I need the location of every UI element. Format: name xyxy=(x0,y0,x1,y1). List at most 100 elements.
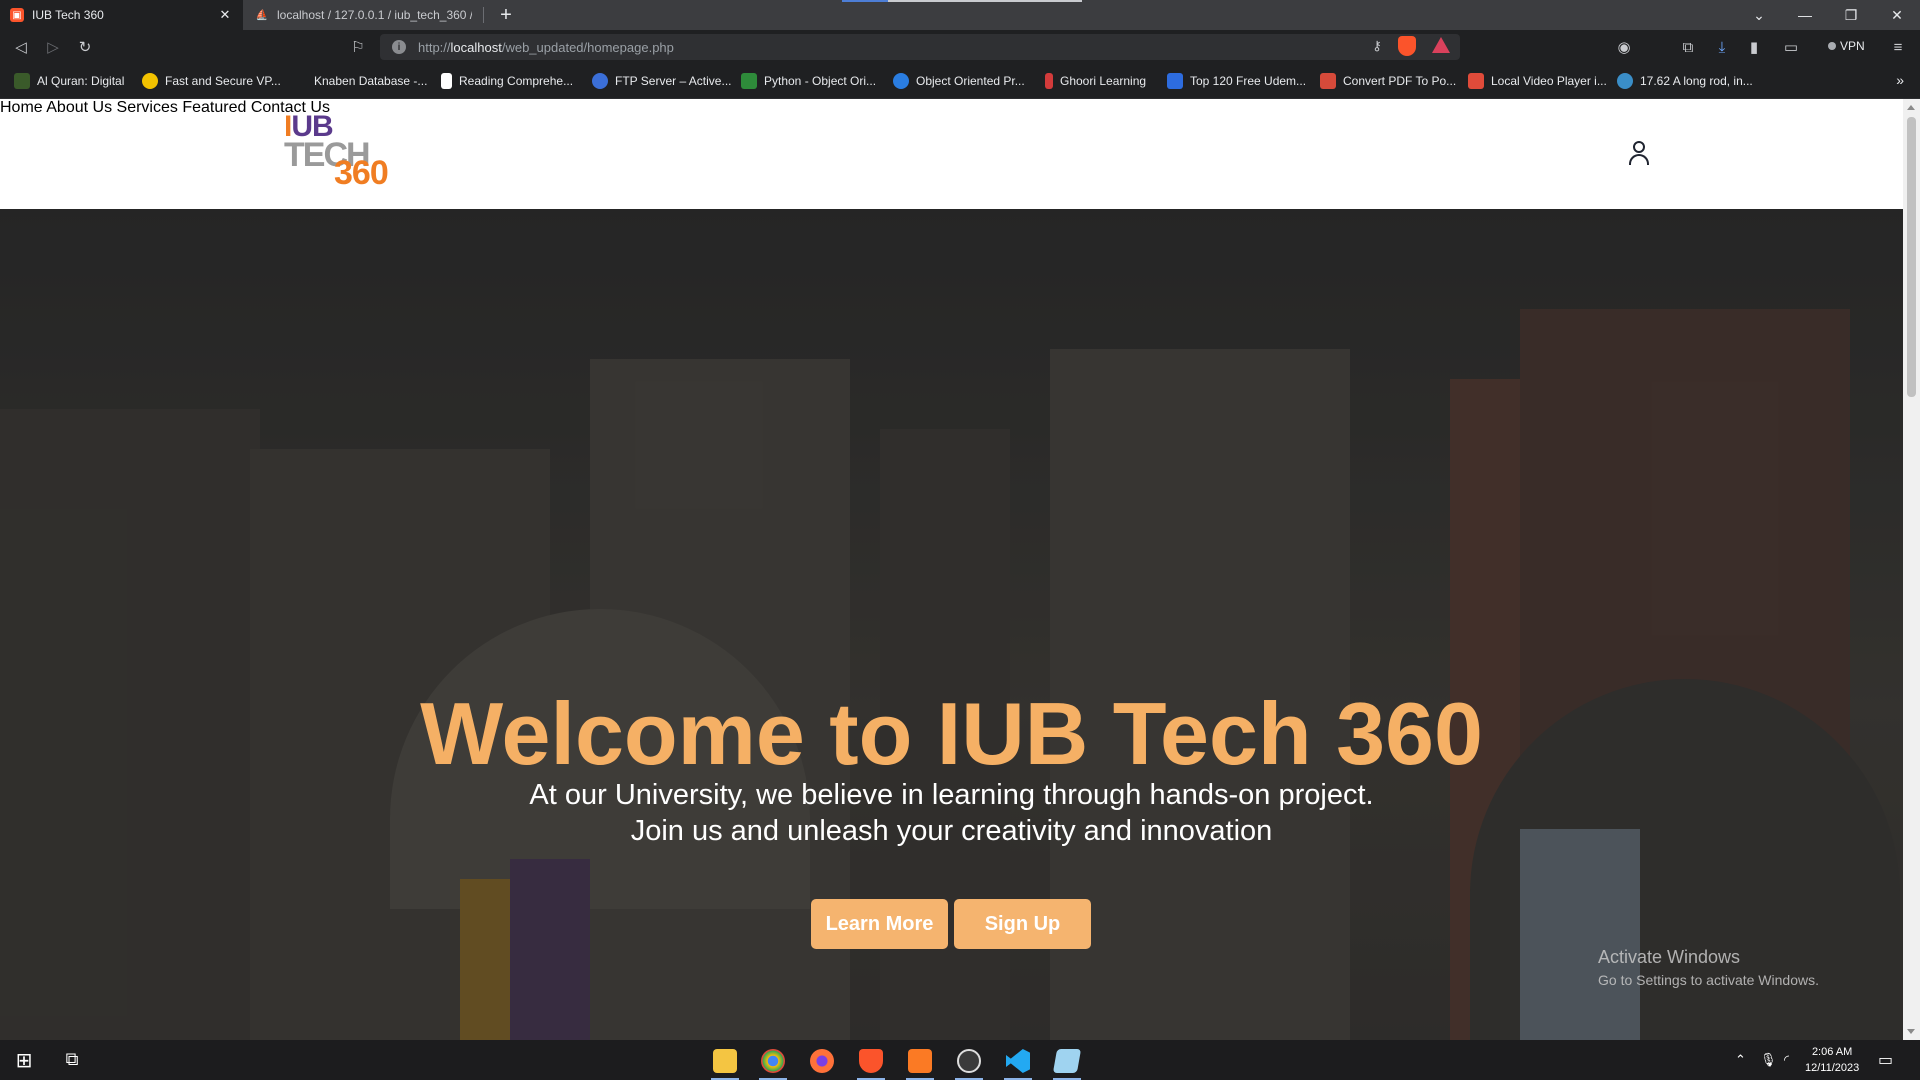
nav-home[interactable]: Home xyxy=(0,99,43,116)
scroll-up-arrow-icon[interactable] xyxy=(1907,105,1915,110)
vscode-glyph xyxy=(1006,1049,1030,1073)
firefox-glyph xyxy=(810,1049,834,1073)
site-logo[interactable]: IUB TECH 360 xyxy=(284,112,409,192)
page-scrollbar[interactable] xyxy=(1903,99,1920,1040)
bookmark-label: Python - Object Ori... xyxy=(764,74,877,88)
back-icon[interactable]: ◁ xyxy=(9,35,33,59)
loading-indicator xyxy=(842,0,888,2)
page-viewport: IUB TECH 360 Home About Us Services Feat… xyxy=(0,99,1903,1040)
bookmark-item[interactable]: Ghoori Learning xyxy=(1045,73,1146,89)
bookmark-label: Al Quran: Digital xyxy=(37,74,125,88)
hero-dark-overlay xyxy=(0,209,1903,1040)
menu-icon[interactable]: ≡ xyxy=(1886,35,1910,59)
wifi-icon[interactable]: ◜ xyxy=(1784,1040,1789,1080)
chrome-icon[interactable] xyxy=(753,1046,793,1080)
browser-toolbar: ◁ ▷ ↻ ⚐ i http://localhost/web_updated/h… xyxy=(0,30,1920,64)
bookmark-label: Local Video Player i... xyxy=(1491,74,1607,88)
bookmark-item[interactable]: FTP Server – Active... xyxy=(592,73,731,89)
bookmark-item[interactable]: Al Quran: Digital xyxy=(14,73,124,89)
bookmark-item[interactable]: Python - Object Ori... xyxy=(741,73,876,89)
forward-icon[interactable]: ▷ xyxy=(41,35,65,59)
tab-search-icon[interactable]: ⌄ xyxy=(1736,0,1782,30)
activate-windows-title: Activate Windows xyxy=(1598,947,1741,967)
bookmark-label: FTP Server – Active... xyxy=(615,74,732,88)
vpn-status-icon xyxy=(1828,42,1836,50)
tab-title: IUB Tech 360 xyxy=(32,8,104,22)
close-tab-icon[interactable]: ✕ xyxy=(217,7,233,23)
bookmark-item[interactable]: Top 120 Free Udem... xyxy=(1167,73,1306,89)
firefox-icon[interactable] xyxy=(802,1046,842,1080)
url-text: http://localhost/web_updated/homepage.ph… xyxy=(418,40,674,55)
document-favicon-icon xyxy=(441,73,452,89)
file-explorer-icon[interactable] xyxy=(705,1046,745,1080)
bookmark-item[interactable]: Local Video Player i... xyxy=(1468,73,1607,89)
scrollbar-thumb[interactable] xyxy=(1907,117,1916,397)
bookmark-item[interactable]: Object Oriented Pr... xyxy=(893,73,1025,89)
bookmark-item[interactable]: Reading Comprehe... xyxy=(441,73,573,89)
site-info-icon[interactable]: i xyxy=(392,40,406,54)
tab-phpmyadmin[interactable]: ⛵ localhost / 127.0.0.1 / iub_tech_360 /… xyxy=(245,0,482,30)
notepad-glyph xyxy=(1052,1049,1082,1073)
vpn-button[interactable]: VPN xyxy=(1828,39,1865,53)
ghoori-favicon-icon xyxy=(1045,73,1053,89)
downloads-icon[interactable]: ⤓ xyxy=(1710,35,1734,59)
password-key-icon[interactable]: ⚷ xyxy=(1368,38,1386,54)
url-path: /web_updated/homepage.php xyxy=(501,39,674,55)
bookmark-label: Knaben Database -... xyxy=(314,74,428,88)
windows-start-icon[interactable]: ⊞ xyxy=(4,1046,44,1080)
bookmark-item[interactable]: Fast and Secure VP... xyxy=(142,73,281,89)
extension-glasses-icon[interactable]: ◉ xyxy=(1612,35,1636,59)
hero-subtitle-line-1: At our University, we believe in learnin… xyxy=(529,779,1374,811)
user-account-icon[interactable] xyxy=(1628,141,1650,165)
nav-services[interactable]: Services xyxy=(117,99,178,116)
brave-rewards-icon[interactable] xyxy=(1432,37,1450,53)
bookmarks-bar: Al Quran: Digital Fast and Secure VP... … xyxy=(0,64,1920,99)
bookmark-icon[interactable]: ⚐ xyxy=(346,35,370,59)
address-bar[interactable]: i http://localhost/web_updated/homepage.… xyxy=(380,34,1460,60)
bookmark-item[interactable]: 17.62 A long rod, in... xyxy=(1617,73,1753,89)
user-icon-body xyxy=(1629,154,1649,165)
file-explorer-glyph xyxy=(713,1049,737,1073)
bookmark-item[interactable]: Knaben Database -... xyxy=(291,73,427,89)
restore-button[interactable]: ❐ xyxy=(1828,0,1874,30)
bookmarks-overflow-button[interactable]: » xyxy=(1896,72,1904,88)
oop-favicon-icon xyxy=(893,73,909,89)
bookmark-item[interactable]: Convert PDF To Po... xyxy=(1320,73,1456,89)
extensions-puzzle-icon[interactable]: ⧉ xyxy=(1676,35,1700,59)
bookmark-label: Reading Comprehe... xyxy=(459,74,574,88)
hero-title: Welcome to IUB Tech 360 xyxy=(420,684,1483,783)
brave-shields-icon[interactable] xyxy=(1398,36,1416,56)
new-tab-button[interactable]: + xyxy=(494,3,518,27)
ftp-favicon-icon xyxy=(592,73,608,89)
task-view-icon[interactable]: ⧉ xyxy=(52,1046,92,1080)
minimize-button[interactable]: — xyxy=(1782,0,1828,30)
tab-iub-tech-360[interactable]: ▣ IUB Tech 360 ✕ xyxy=(0,0,243,30)
activate-windows-watermark: Activate Windows Go to Settings to activ… xyxy=(1598,947,1819,988)
clock-time: 2:06 AM xyxy=(1811,1046,1853,1058)
microphone-icon[interactable]: 🎙 xyxy=(1760,1040,1777,1080)
close-window-button[interactable]: ✕ xyxy=(1874,0,1920,30)
vscode-icon[interactable] xyxy=(998,1046,1038,1080)
xampp-icon[interactable] xyxy=(900,1046,940,1080)
bookmark-label: Fast and Secure VP... xyxy=(165,74,281,88)
sign-up-button[interactable]: Sign Up xyxy=(954,899,1091,949)
scroll-down-arrow-icon[interactable] xyxy=(1907,1029,1915,1034)
brave-icon[interactable] xyxy=(851,1046,891,1080)
notepad-icon[interactable] xyxy=(1047,1046,1087,1080)
notifications-icon[interactable]: ▭ xyxy=(1878,1040,1893,1080)
wallet-icon[interactable]: ▭ xyxy=(1779,35,1803,59)
browser-tab-strip: ▣ IUB Tech 360 ✕ ⛵ localhost / 127.0.0.1… xyxy=(0,0,1920,30)
python-favicon-icon xyxy=(741,73,757,89)
show-hidden-icons[interactable]: ⌃ xyxy=(1735,1040,1746,1080)
system-clock[interactable]: 2:06 AM 12/11/2023 xyxy=(1805,1044,1859,1076)
tab-title: localhost / 127.0.0.1 / iub_tech_360 / u xyxy=(277,8,472,22)
nav-featured[interactable]: Featured xyxy=(182,99,246,116)
bookmark-label: 17.62 A long rod, in... xyxy=(1640,74,1753,88)
hero-subtitle-line-2: Join us and unleash your creativity and … xyxy=(630,815,1273,847)
nav-about-us[interactable]: About Us xyxy=(46,99,112,116)
window-controls: ⌄ — ❐ ✕ xyxy=(1736,0,1920,30)
learn-more-button[interactable]: Learn More xyxy=(811,899,948,949)
reload-icon[interactable]: ↻ xyxy=(73,35,97,59)
sidebar-icon[interactable]: ▮ xyxy=(1742,35,1766,59)
obs-icon[interactable] xyxy=(949,1046,989,1080)
